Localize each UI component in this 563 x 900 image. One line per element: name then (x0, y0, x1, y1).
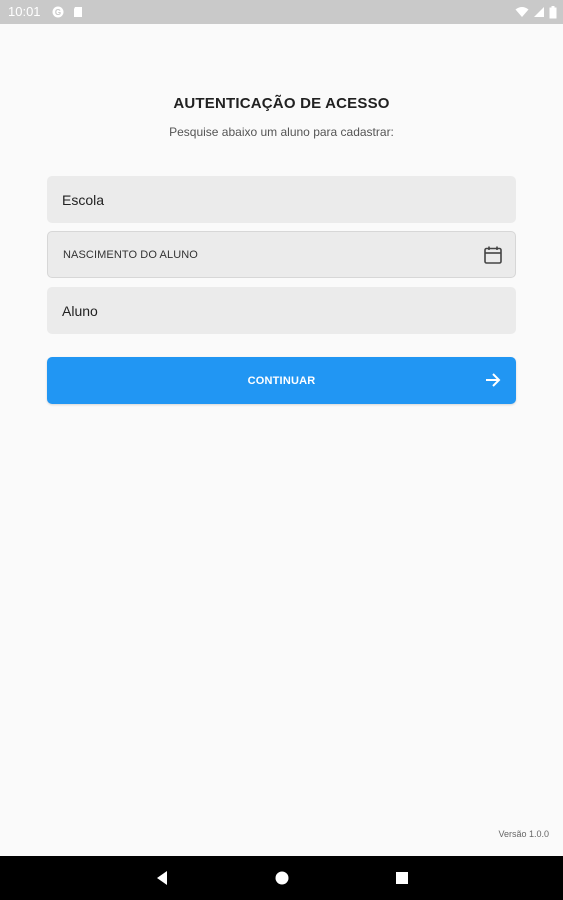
notification-g-icon: G (52, 6, 64, 18)
recents-icon[interactable] (394, 870, 410, 886)
version-label: Versão 1.0.0 (498, 829, 549, 839)
school-field[interactable] (47, 176, 516, 223)
birth-date-field[interactable] (47, 231, 516, 278)
arrow-right-icon (486, 373, 501, 387)
birth-date-input[interactable] (48, 232, 515, 277)
signal-icon (534, 7, 544, 17)
status-bar: 10:01 G (0, 0, 563, 24)
student-field[interactable] (47, 287, 516, 334)
continue-button[interactable]: CONTINUAR (47, 357, 516, 404)
student-input[interactable] (47, 287, 516, 334)
wifi-icon (515, 7, 529, 17)
status-icons (515, 5, 557, 19)
page-subtitle: Pesquise abaixo um aluno para cadastrar: (169, 125, 394, 139)
sd-card-icon (74, 7, 82, 17)
navigation-bar (0, 856, 563, 900)
calendar-icon[interactable] (483, 245, 503, 265)
page-title: AUTENTICAÇÃO DE ACESSO (173, 95, 390, 112)
school-input[interactable] (47, 176, 516, 223)
svg-text:G: G (55, 8, 61, 17)
home-icon[interactable] (274, 870, 290, 886)
back-icon[interactable] (154, 870, 170, 886)
battery-icon (549, 5, 557, 18)
continue-button-label: CONTINUAR (247, 374, 316, 387)
status-time: 10:01 (8, 4, 41, 19)
